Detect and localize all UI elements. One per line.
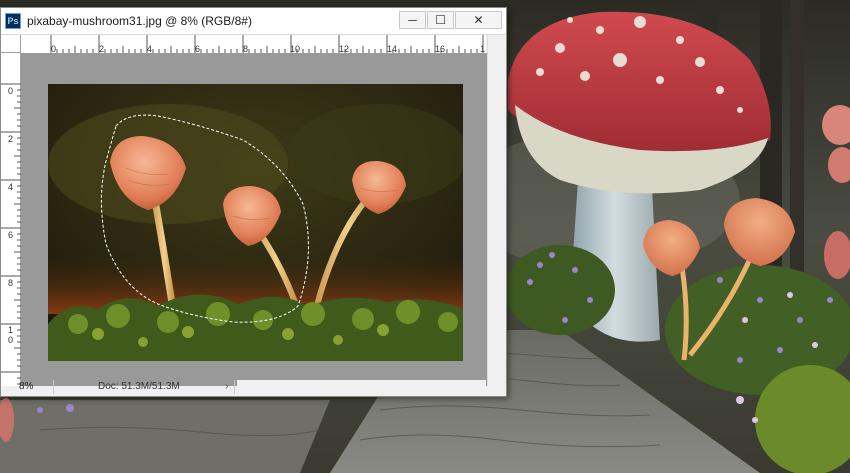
document-info[interactable]: Doc: 51.3M/51.3M xyxy=(53,380,235,394)
mushroom-photo xyxy=(48,84,463,361)
ruler-label: 0 xyxy=(8,335,14,345)
ruler-label: 2 xyxy=(8,134,14,144)
document-title: pixabay-mushroom31.jpg @ 8% (RGB/8#) xyxy=(27,14,252,28)
horizontal-scrollbar[interactable] xyxy=(237,380,486,394)
vertical-scrollbar[interactable] xyxy=(487,35,506,386)
document-image[interactable] xyxy=(48,84,463,361)
horizontal-ruler-ticks xyxy=(50,35,484,53)
vertical-ruler[interactable]: 0 2 4 6 8 1 0 xyxy=(1,53,21,386)
horizontal-ruler[interactable]: 0 2 4 6 8 10 12 14 16 1 xyxy=(21,35,486,54)
zoom-level-field[interactable]: 8% xyxy=(3,380,49,394)
ruler-label: 1 xyxy=(8,325,14,335)
document-window: Ps pixabay-mushroom31.jpg @ 8% (RGB/8#) … xyxy=(0,7,507,397)
ps-icon: Ps xyxy=(5,13,21,29)
ruler-label: 8 xyxy=(8,278,14,288)
maximize-button[interactable]: ☐ xyxy=(427,11,454,29)
status-menu-arrow[interactable]: › xyxy=(225,380,228,394)
ruler-label: 6 xyxy=(8,230,14,240)
minimize-button[interactable]: ─ xyxy=(399,11,426,29)
title-bar[interactable]: Ps pixabay-mushroom31.jpg @ 8% (RGB/8#) … xyxy=(1,8,506,35)
close-button[interactable]: ✕ xyxy=(455,11,502,29)
ruler-origin[interactable] xyxy=(1,35,21,53)
ruler-label: 0 xyxy=(8,86,14,96)
ruler-label: 4 xyxy=(8,182,14,192)
